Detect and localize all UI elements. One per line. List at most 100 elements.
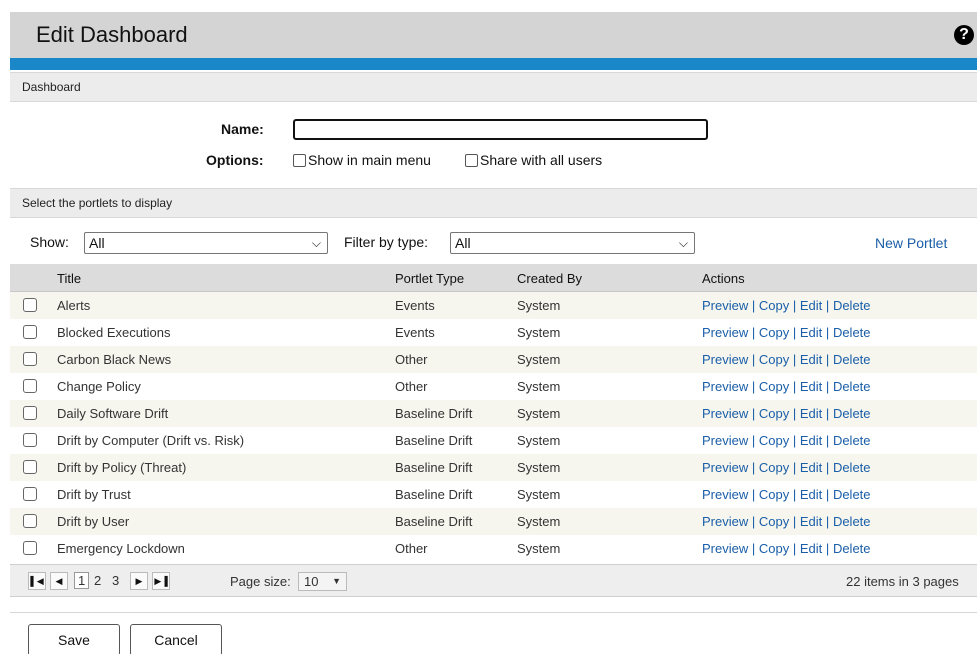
column-header-portlet-type[interactable]: Portlet Type: [395, 271, 464, 286]
delete-link[interactable]: Delete: [833, 325, 871, 340]
row-title: Drift by Policy (Threat): [57, 460, 187, 475]
row-checkbox[interactable]: [23, 541, 37, 555]
delete-link[interactable]: Delete: [833, 406, 871, 421]
delete-link[interactable]: Delete: [833, 514, 871, 529]
preview-link[interactable]: Preview: [702, 541, 748, 556]
delete-link[interactable]: Delete: [833, 298, 871, 313]
column-header-title[interactable]: Title: [57, 271, 81, 286]
last-page-icon[interactable]: ▶▐: [152, 572, 170, 590]
delete-link[interactable]: Delete: [833, 460, 871, 475]
next-page-icon[interactable]: ▶: [130, 572, 148, 590]
edit-link[interactable]: Edit: [800, 514, 822, 529]
copy-link[interactable]: Copy: [759, 325, 789, 340]
preview-link[interactable]: Preview: [702, 460, 748, 475]
page-size-select[interactable]: 10 ▼: [298, 572, 347, 591]
row-title: Drift by Computer (Drift vs. Risk): [57, 433, 245, 448]
filter-by-type-select[interactable]: All ⌵: [450, 232, 695, 254]
chevron-down-icon: ⌵: [311, 236, 321, 250]
row-checkbox[interactable]: [23, 406, 37, 420]
copy-link[interactable]: Copy: [759, 406, 789, 421]
copy-link[interactable]: Copy: [759, 487, 789, 502]
share-with-all-users-checkbox[interactable]: [465, 153, 478, 167]
row-actions: Preview | Copy | Edit | Delete: [702, 514, 871, 529]
page-link-2[interactable]: 2: [94, 573, 101, 588]
copy-link[interactable]: Copy: [759, 433, 789, 448]
preview-link[interactable]: Preview: [702, 298, 748, 313]
row-portlet-type: Baseline Drift: [395, 514, 473, 529]
filter-by-type-label: Filter by type:: [344, 234, 429, 250]
first-page-icon[interactable]: ▌◀: [28, 572, 46, 590]
page-link-3[interactable]: 3: [112, 573, 119, 588]
delete-link[interactable]: Delete: [833, 487, 871, 502]
row-actions: Preview | Copy | Edit | Delete: [702, 298, 871, 313]
delete-link[interactable]: Delete: [833, 352, 871, 367]
preview-link[interactable]: Preview: [702, 406, 748, 421]
preview-link[interactable]: Preview: [702, 352, 748, 367]
page-size-label: Page size:: [230, 574, 291, 589]
action-separator: |: [825, 514, 830, 529]
row-portlet-type: Other: [395, 352, 428, 367]
row-checkbox[interactable]: [23, 379, 37, 393]
table-row: Emergency Lockdown Other System Preview | C…: [10, 535, 977, 562]
row-checkbox[interactable]: [23, 352, 37, 366]
show-label: Show:: [30, 234, 69, 250]
page-link-1[interactable]: 1: [74, 572, 90, 589]
copy-link[interactable]: Copy: [759, 514, 789, 529]
action-separator: |: [792, 460, 797, 475]
row-checkbox[interactable]: [23, 487, 37, 501]
row-checkbox[interactable]: [23, 514, 37, 528]
row-checkbox[interactable]: [23, 325, 37, 339]
preview-link[interactable]: Preview: [702, 514, 748, 529]
triangle-down-icon: ▼: [332, 576, 341, 586]
row-checkbox[interactable]: [23, 460, 37, 474]
row-checkbox[interactable]: [23, 298, 37, 312]
row-created-by: System: [517, 487, 561, 502]
edit-link[interactable]: Edit: [800, 325, 822, 340]
previous-page-icon[interactable]: ◀: [50, 572, 68, 590]
edit-link[interactable]: Edit: [800, 460, 822, 475]
table-row: Drift by Trust Baseline Drift System Previe…: [10, 481, 977, 508]
preview-link[interactable]: Preview: [702, 433, 748, 448]
action-separator: |: [825, 325, 830, 340]
row-portlet-type: Baseline Drift: [395, 406, 473, 421]
preview-link[interactable]: Preview: [702, 487, 748, 502]
row-checkbox[interactable]: [23, 433, 37, 447]
column-header-created-by[interactable]: Created By: [517, 271, 582, 286]
copy-link[interactable]: Copy: [759, 460, 789, 475]
preview-link[interactable]: Preview: [702, 379, 748, 394]
row-actions: Preview | Copy | Edit | Delete: [702, 325, 871, 340]
action-separator: |: [792, 379, 797, 394]
row-actions: Preview | Copy | Edit | Delete: [702, 433, 871, 448]
copy-link[interactable]: Copy: [759, 541, 789, 556]
table-row: Blocked Executions Events System Preview | …: [10, 319, 977, 346]
edit-link[interactable]: Edit: [800, 487, 822, 502]
copy-link[interactable]: Copy: [759, 352, 789, 367]
delete-link[interactable]: Delete: [833, 379, 871, 394]
edit-link[interactable]: Edit: [800, 298, 822, 313]
share-with-all-users-option[interactable]: Share with all users: [465, 152, 602, 168]
help-icon[interactable]: ?: [954, 25, 974, 45]
action-separator: |: [825, 541, 830, 556]
name-input[interactable]: [293, 119, 708, 140]
edit-link[interactable]: Edit: [800, 541, 822, 556]
delete-link[interactable]: Delete: [833, 433, 871, 448]
action-separator: |: [751, 352, 756, 367]
cancel-button[interactable]: Cancel: [130, 624, 222, 654]
edit-link[interactable]: Edit: [800, 379, 822, 394]
edit-link[interactable]: Edit: [800, 406, 822, 421]
share-with-all-users-label: Share with all users: [480, 152, 603, 168]
copy-link[interactable]: Copy: [759, 379, 789, 394]
preview-link[interactable]: Preview: [702, 325, 748, 340]
copy-link[interactable]: Copy: [759, 298, 789, 313]
filter-by-type-select-value: All: [455, 235, 471, 251]
new-portlet-link[interactable]: New Portlet: [875, 235, 947, 251]
show-in-main-menu-option[interactable]: Show in main menu: [293, 152, 431, 168]
show-in-main-menu-checkbox[interactable]: [293, 153, 306, 167]
edit-link[interactable]: Edit: [800, 352, 822, 367]
action-separator: |: [792, 298, 797, 313]
save-button[interactable]: Save: [28, 624, 120, 654]
edit-link[interactable]: Edit: [800, 433, 822, 448]
show-select[interactable]: All ⌵: [84, 232, 328, 254]
show-in-main-menu-label: Show in main menu: [308, 152, 431, 168]
delete-link[interactable]: Delete: [833, 541, 871, 556]
